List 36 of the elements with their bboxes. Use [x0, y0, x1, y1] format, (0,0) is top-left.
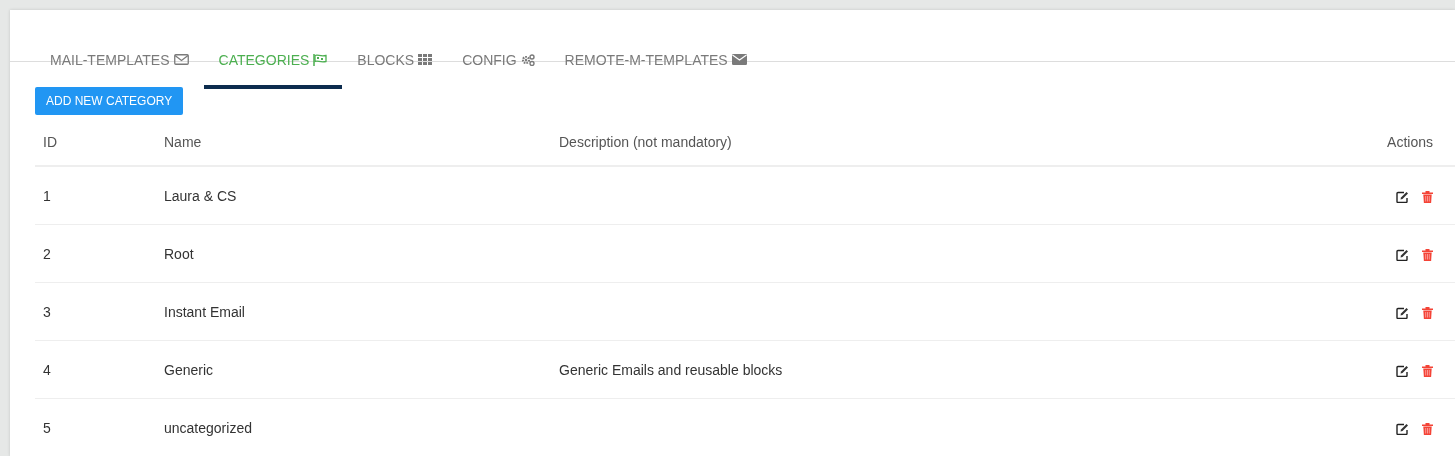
table-cell: 3 — [43, 303, 51, 320]
envelope-icon — [173, 54, 189, 65]
tab[interactable]: REMOTE-M-TEMPLATES — [549, 38, 762, 89]
table-cell: Generic — [164, 361, 214, 378]
tab[interactable]: CATEGORIES — [203, 38, 343, 89]
edit-icon[interactable] — [1396, 306, 1409, 319]
trash-icon[interactable] — [1422, 364, 1433, 377]
column-header: Description (not mandatory) — [551, 119, 1305, 166]
gears-icon — [520, 53, 535, 66]
envelope-icon — [731, 54, 747, 65]
tab[interactable]: CONFIG — [447, 38, 550, 89]
tab[interactable]: BLOCKS — [342, 38, 448, 89]
tab[interactable]: MAIL-TEMPLATES — [35, 38, 204, 89]
add-category-button[interactable]: ADD NEW CATEGORY — [35, 87, 184, 115]
column-header: ID — [35, 119, 156, 166]
table-cell: Generic Emails and reusable blocks — [559, 361, 783, 378]
table-cell: 2 — [43, 245, 51, 262]
table-cell: Instant Email — [164, 303, 245, 320]
table-cell: 5 — [43, 419, 51, 436]
edit-icon[interactable] — [1396, 190, 1409, 203]
flag-icon — [313, 53, 328, 66]
edit-icon[interactable] — [1396, 422, 1409, 435]
trash-icon[interactable] — [1422, 248, 1433, 261]
column-header: Name — [156, 119, 551, 166]
table-cell: Root — [164, 245, 194, 262]
column-header: Actions — [1305, 119, 1455, 166]
table-cell: uncategorized — [164, 419, 252, 436]
edit-icon[interactable] — [1396, 248, 1409, 261]
grid-icon — [418, 54, 433, 65]
trash-icon[interactable] — [1422, 306, 1433, 319]
edit-icon[interactable] — [1396, 364, 1409, 377]
table-cell: 4 — [43, 361, 51, 378]
table-cell: 1 — [43, 187, 51, 204]
trash-icon[interactable] — [1422, 190, 1433, 203]
trash-icon[interactable] — [1422, 422, 1433, 435]
table-cell: Laura & CS — [164, 187, 237, 204]
